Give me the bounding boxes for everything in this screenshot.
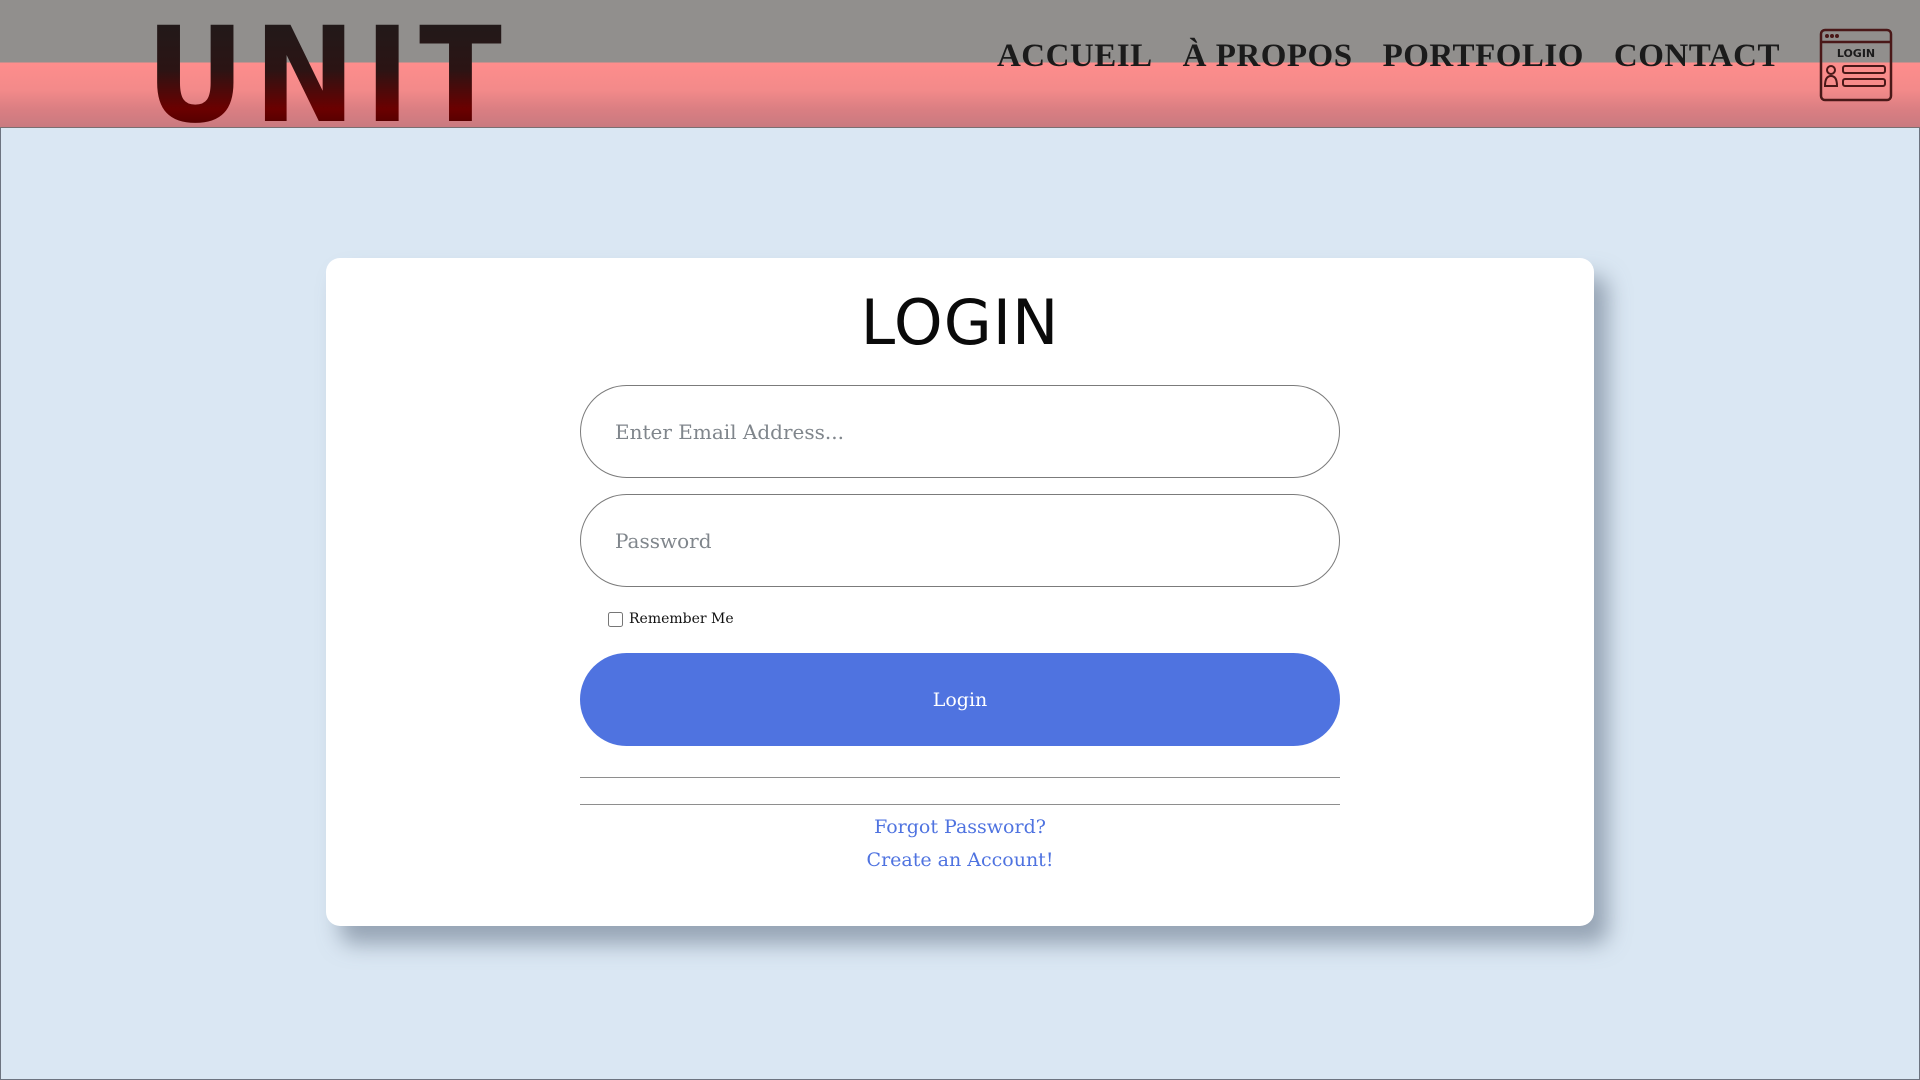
main-nav: ACCUEIL À PROPOS PORTFOLIO CONTACT [997, 38, 1780, 75]
login-button[interactable]: Login [580, 653, 1340, 746]
divider [580, 777, 1340, 778]
create-account-link[interactable]: Create an Account! [326, 849, 1594, 871]
password-field[interactable] [580, 494, 1340, 587]
forgot-password-link[interactable]: Forgot Password? [326, 816, 1594, 838]
email-field[interactable] [580, 385, 1340, 478]
nav-link-accueil[interactable]: ACCUEIL [997, 38, 1153, 75]
login-window-icon[interactable]: LOGIN [1819, 28, 1893, 102]
login-card: LOGIN Remember Me Login Forgot Password?… [326, 258, 1594, 926]
nav-link-portfolio[interactable]: PORTFOLIO [1383, 38, 1584, 75]
login-title: LOGIN [860, 286, 1060, 359]
remember-me-label: Remember Me [629, 611, 734, 627]
remember-me-checkbox[interactable] [608, 611, 623, 627]
site-logo[interactable]: UNIT [146, 10, 511, 142]
nav-link-a-propos[interactable]: À PROPOS [1183, 38, 1353, 75]
nav-link-contact[interactable]: CONTACT [1614, 38, 1780, 75]
login-icon-label: LOGIN [1837, 47, 1875, 60]
remember-me[interactable]: Remember Me [608, 611, 734, 627]
site-header: UNIT ACCUEIL À PROPOS PORTFOLIO CONTACT … [0, 0, 1920, 142]
divider [580, 804, 1340, 805]
